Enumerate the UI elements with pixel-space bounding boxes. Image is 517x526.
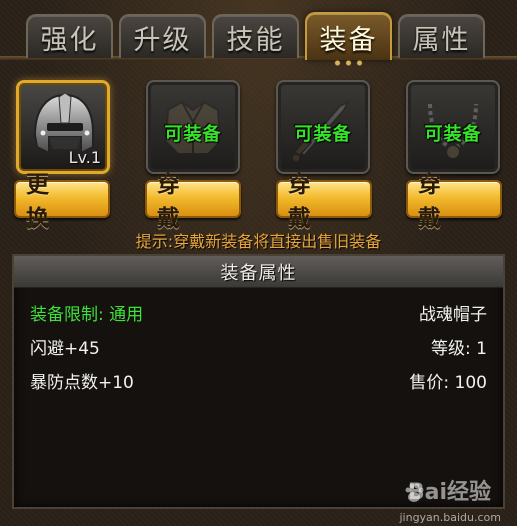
panel-title: 装备属性 xyxy=(14,256,503,288)
tab-label: 装备 xyxy=(319,24,378,56)
equip-slot-helmet[interactable]: Lv.1 xyxy=(16,80,110,174)
wear-button-label: 穿 戴 xyxy=(418,172,451,232)
replace-button-label: 更 换 xyxy=(26,172,59,232)
equip-hint: 提示:穿戴新装备将直接出售旧装备 xyxy=(135,232,382,251)
equipable-status: 可装备 xyxy=(294,124,352,145)
attr-row: 闪避+45 等级: 1 xyxy=(30,334,487,360)
equipable-status: 可装备 xyxy=(424,124,482,145)
active-tab-indicator xyxy=(331,59,366,67)
baidu-watermark-url: jingyan.baidu.com xyxy=(399,511,501,524)
item-level: 等级: 1 xyxy=(431,339,487,359)
wear-button[interactable]: 穿 戴 xyxy=(145,172,241,232)
equipable-status: 可装备 xyxy=(164,124,222,145)
tab-label: 升级 xyxy=(133,24,192,56)
tab-equipment[interactable]: 装备 xyxy=(305,12,392,67)
item-price: 售价: 100 xyxy=(409,373,487,393)
wear-button[interactable]: 穿 戴 xyxy=(406,172,502,232)
baidu-watermark: Bai经验 xyxy=(407,480,491,505)
equip-restriction: 装备限制: 通用 xyxy=(30,305,144,325)
wear-button-label: 穿 戴 xyxy=(157,172,190,232)
attr-row: 暴防点数+10 售价: 100 xyxy=(30,368,487,394)
equipment-attributes-panel: 装备属性 装备限制: 通用 战魂帽子 闪避+45 等级: 1 暴防点数+10 售… xyxy=(12,254,505,509)
item-name: 战魂帽子 xyxy=(419,305,487,325)
equip-slot-weapon[interactable]: 可装备 xyxy=(276,80,370,174)
tab-label: 属性 xyxy=(412,24,471,56)
replace-button[interactable]: 更 换 xyxy=(14,172,110,232)
equip-slot-armor[interactable]: 可装备 xyxy=(146,80,240,174)
tab-attributes[interactable]: 属性 xyxy=(398,14,485,58)
tab-enhance[interactable]: 强化 xyxy=(26,14,113,58)
attr-row: 装备限制: 通用 战魂帽子 xyxy=(30,300,487,326)
tab-upgrade[interactable]: 升级 xyxy=(119,14,206,58)
tab-label: 技能 xyxy=(226,24,285,56)
tab-label: 强化 xyxy=(40,24,99,56)
tab-skills[interactable]: 技能 xyxy=(212,14,299,58)
stat-crit-defense: 暴防点数+10 xyxy=(30,373,134,393)
equip-slot-necklace[interactable]: 可装备 xyxy=(406,80,500,174)
tab-bar: 强化 升级 技能 装备 属性 xyxy=(0,0,517,67)
wear-button[interactable]: 穿 戴 xyxy=(276,172,372,232)
wear-button-label: 穿 戴 xyxy=(288,172,321,232)
stat-dodge: 闪避+45 xyxy=(30,339,100,359)
